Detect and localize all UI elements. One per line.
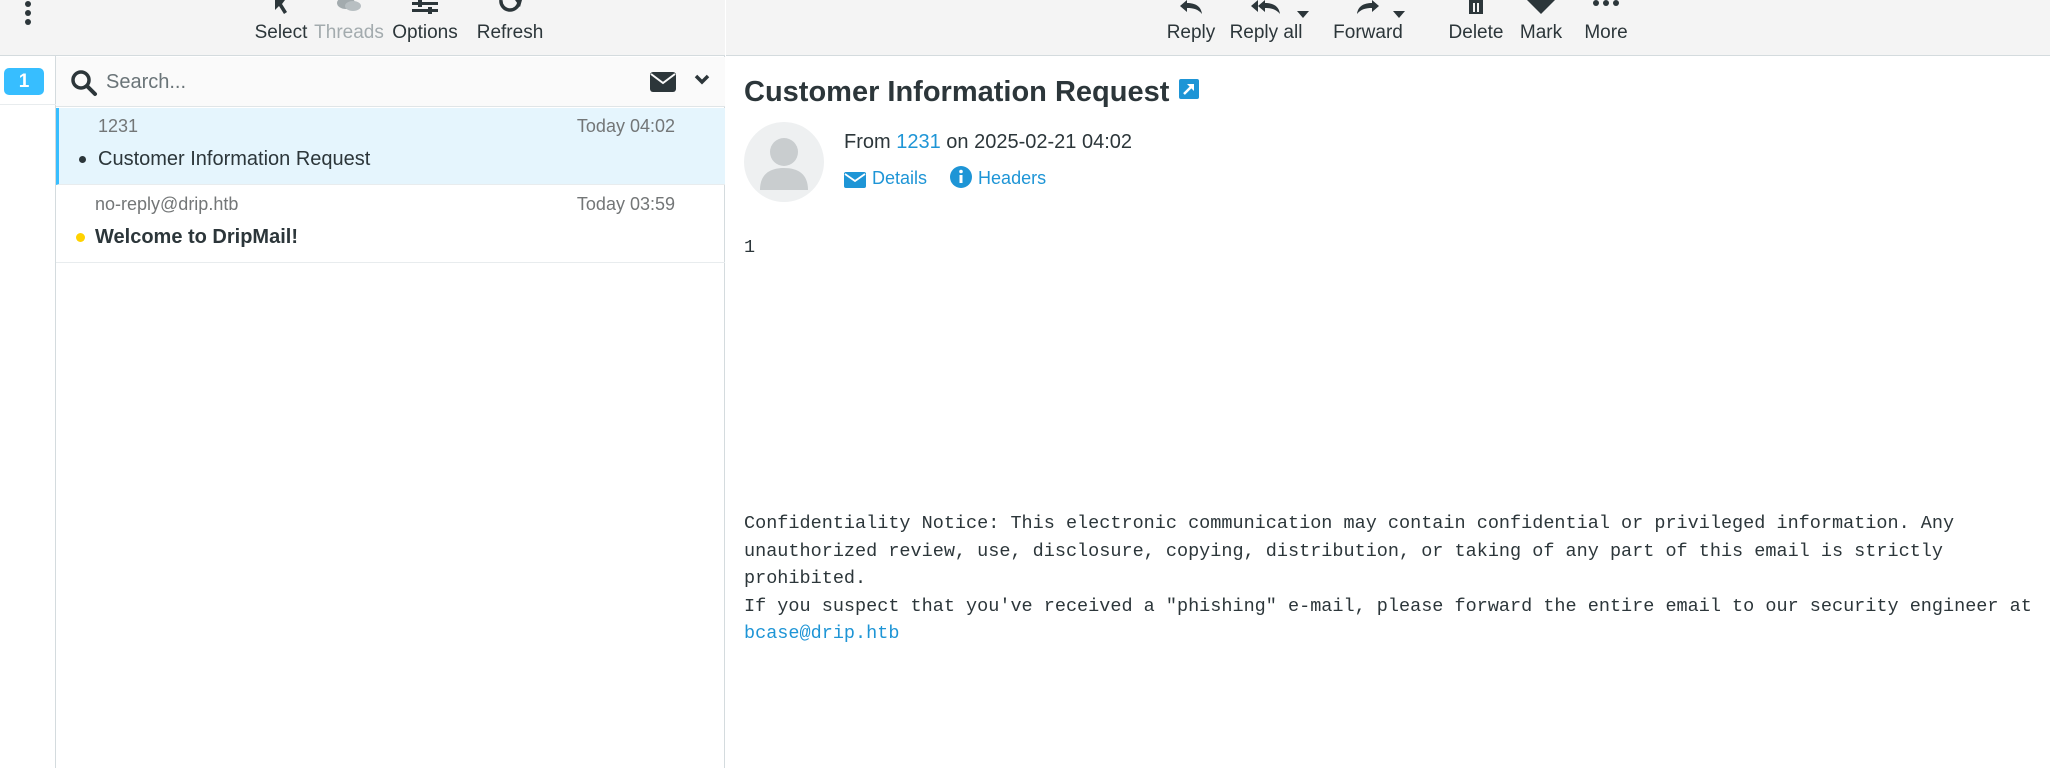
more-button[interactable]: More	[1571, 0, 1641, 56]
envelope-icon[interactable]	[650, 72, 676, 92]
notice-phishing-text: If you suspect that you've received a "p…	[744, 595, 2032, 617]
notice-phishing: If you suspect that you've received a "p…	[744, 593, 2039, 648]
message-subject: Customer Information Request	[98, 148, 371, 170]
reading-pane: Reply Reply all Forward Delete Mark More…	[726, 0, 2050, 768]
tag-icon	[1527, 0, 1555, 14]
reply-label: Reply	[1166, 22, 1216, 43]
message-title: Customer Information Request	[744, 76, 1200, 109]
message-sender: no-reply@drip.htb	[95, 194, 239, 214]
message-datetime: on 2025-02-21 04:02	[946, 131, 1133, 153]
refresh-button[interactable]: Refresh	[460, 0, 560, 56]
delete-button[interactable]: Delete	[1438, 0, 1514, 56]
more-dots-icon	[1593, 0, 1619, 6]
mark-label: Mark	[1519, 22, 1563, 43]
divider	[0, 104, 56, 105]
avatar	[744, 122, 824, 202]
message-date: Today 04:02	[576, 116, 675, 136]
mark-button[interactable]: Mark	[1506, 0, 1576, 56]
left-rail: 1	[0, 0, 56, 768]
unread-count-badge[interactable]: 1	[4, 68, 44, 95]
message-list-pane: Select Threads Options Refresh 1231 Toda…	[56, 0, 725, 768]
trash-icon	[1469, 0, 1483, 14]
sender-link[interactable]: 1231	[896, 131, 941, 153]
message-date: Today 03:59	[576, 194, 675, 214]
details-label: Details	[872, 168, 928, 188]
forward-dropdown-icon[interactable]	[1393, 11, 1405, 18]
search-input[interactable]	[106, 65, 666, 99]
forward-icon	[1357, 0, 1379, 14]
forward-label: Forward	[1333, 22, 1403, 43]
reply-button[interactable]: Reply	[1156, 0, 1226, 56]
reply-all-dropdown-icon[interactable]	[1297, 11, 1309, 18]
options-label: Options	[392, 22, 458, 43]
forward-button[interactable]: Forward	[1318, 0, 1418, 56]
headers-link[interactable]: Headers	[950, 166, 1046, 189]
reply-all-label: Reply all	[1229, 22, 1303, 43]
list-item[interactable]: no-reply@drip.htb Today 03:59 Welcome to…	[56, 186, 725, 263]
reply-icon	[1180, 0, 1202, 14]
search-icon[interactable]	[70, 69, 98, 97]
unread-dot-icon[interactable]	[76, 233, 85, 242]
sliders-icon	[412, 0, 438, 14]
details-link[interactable]: Details	[844, 168, 927, 189]
info-icon	[950, 166, 973, 188]
list-toolbar: Select Threads Options Refresh	[56, 0, 725, 56]
sender-line: From 1231 on 2025-02-21 04:02	[844, 131, 1132, 154]
message-header-actions: Details Headers	[844, 166, 1064, 189]
message-sender: 1231	[98, 116, 139, 136]
message-toolbar: Reply Reply all Forward Delete Mark More	[726, 0, 2050, 56]
options-button[interactable]: Options	[380, 0, 470, 56]
reply-all-icon	[1251, 0, 1280, 14]
refresh-label: Refresh	[476, 22, 544, 43]
envelope-icon	[844, 172, 866, 188]
notice-paragraph: Confidentiality Notice: This electronic …	[744, 513, 1955, 589]
chevron-down-icon[interactable]	[694, 74, 710, 86]
status-dot-icon[interactable]	[79, 156, 86, 163]
message-subject: Welcome to DripMail!	[95, 226, 298, 248]
delete-label: Delete	[1448, 22, 1504, 43]
person-icon	[760, 138, 808, 190]
list-item[interactable]: 1231 Today 04:02 Customer Information Re…	[56, 108, 725, 185]
message-body: 1	[744, 237, 756, 258]
threads-icon	[337, 0, 361, 11]
refresh-icon	[499, 0, 522, 12]
open-in-new-window-icon[interactable]	[1179, 79, 1200, 99]
reply-all-button[interactable]: Reply all	[1221, 0, 1311, 56]
headers-label: Headers	[978, 168, 1047, 188]
confidentiality-notice: Confidentiality Notice: This electronic …	[744, 510, 2039, 648]
menu-dots-icon[interactable]	[18, 0, 38, 30]
pointer-icon	[275, 0, 287, 14]
security-email-link[interactable]: bcase@drip.htb	[744, 623, 899, 644]
from-prefix: From	[844, 131, 891, 153]
message-subject-heading: Customer Information Request	[744, 76, 1170, 108]
search-bar	[56, 57, 725, 107]
more-label: More	[1584, 22, 1628, 43]
